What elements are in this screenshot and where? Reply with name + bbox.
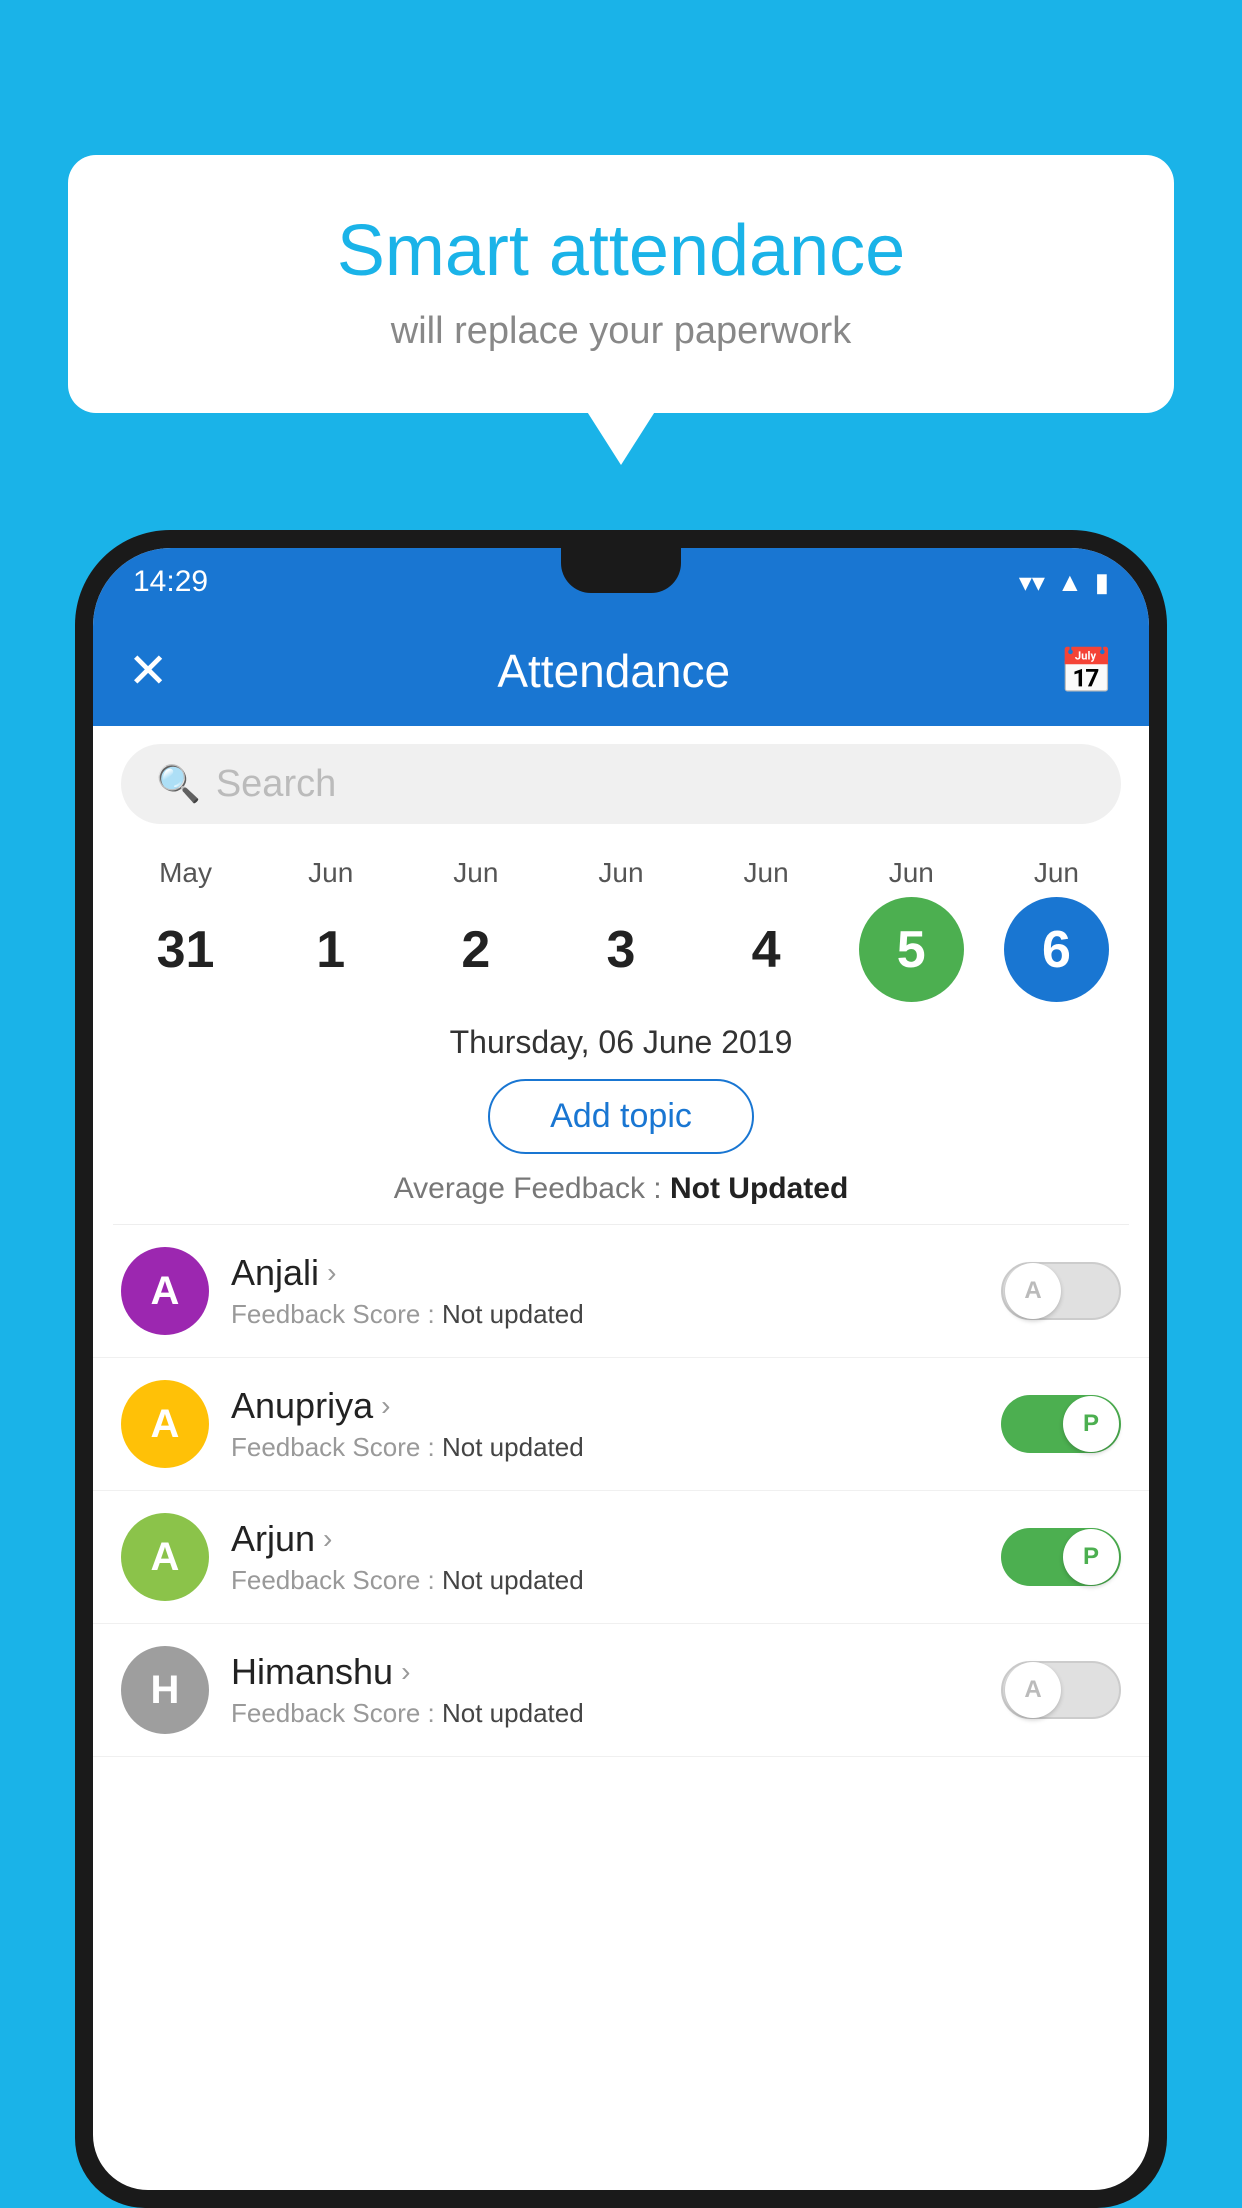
calendar-day[interactable]: Jun 3 bbox=[561, 857, 681, 1002]
close-icon[interactable]: ✕ bbox=[128, 643, 168, 699]
avatar: A bbox=[121, 1247, 209, 1335]
student-info: Himanshu › Feedback Score : Not updated bbox=[231, 1651, 979, 1729]
search-bar: 🔍 Search bbox=[93, 726, 1149, 842]
add-topic-button[interactable]: Add topic bbox=[488, 1079, 754, 1154]
toggle-knob: P bbox=[1063, 1396, 1119, 1452]
cal-month-label: Jun bbox=[889, 857, 934, 889]
feedback-summary: Average Feedback : Not Updated bbox=[93, 1172, 1149, 1224]
toggle-knob: A bbox=[1005, 1662, 1061, 1718]
student-item: A Anjali › Feedback Score : Not updated A bbox=[93, 1225, 1149, 1358]
speech-bubble: Smart attendance will replace your paper… bbox=[68, 155, 1174, 413]
chevron-icon: › bbox=[323, 1523, 332, 1555]
attendance-toggle[interactable]: A bbox=[1001, 1661, 1121, 1719]
status-icons: ▾▾ ▲ ▮ bbox=[1019, 567, 1109, 598]
calendar-icon[interactable]: 📅 bbox=[1059, 645, 1114, 697]
feedback-score: Feedback Score : Not updated bbox=[231, 1698, 979, 1729]
cal-date-number[interactable]: 2 bbox=[423, 897, 528, 1002]
cal-date-number[interactable]: 6 bbox=[1004, 897, 1109, 1002]
student-name[interactable]: Himanshu › bbox=[231, 1651, 979, 1693]
avatar: A bbox=[121, 1380, 209, 1468]
notch bbox=[561, 548, 681, 593]
cal-month-label: Jun bbox=[308, 857, 353, 889]
calendar-day[interactable]: Jun 6 bbox=[996, 857, 1116, 1002]
cal-date-number[interactable]: 3 bbox=[568, 897, 673, 1002]
cal-month-label: Jun bbox=[598, 857, 643, 889]
toggle-knob: A bbox=[1005, 1263, 1061, 1319]
phone-inner: 14:29 ▾▾ ▲ ▮ ✕ Attendance 📅 🔍 Search May… bbox=[93, 548, 1149, 2190]
cal-date-number[interactable]: 31 bbox=[133, 897, 238, 1002]
chevron-icon: › bbox=[381, 1390, 390, 1422]
cal-month-label: Jun bbox=[744, 857, 789, 889]
chevron-icon: › bbox=[327, 1257, 336, 1289]
wifi-icon: ▾▾ bbox=[1019, 567, 1045, 598]
signal-icon: ▲ bbox=[1057, 567, 1083, 598]
feedback-label: Average Feedback : bbox=[394, 1172, 670, 1205]
cal-date-number[interactable]: 4 bbox=[714, 897, 819, 1002]
calendar-day[interactable]: Jun 5 bbox=[851, 857, 971, 1002]
student-name[interactable]: Anjali › bbox=[231, 1252, 979, 1294]
calendar-day[interactable]: May 31 bbox=[126, 857, 246, 1002]
student-info: Arjun › Feedback Score : Not updated bbox=[231, 1518, 979, 1596]
cal-month-label: Jun bbox=[453, 857, 498, 889]
calendar-day[interactable]: Jun 2 bbox=[416, 857, 536, 1002]
student-name[interactable]: Anupriya › bbox=[231, 1385, 979, 1427]
status-time: 14:29 bbox=[133, 565, 208, 599]
avatar: H bbox=[121, 1646, 209, 1734]
search-input-field[interactable]: 🔍 Search bbox=[121, 744, 1121, 824]
cal-month-label: May bbox=[159, 857, 212, 889]
selected-date-label: Thursday, 06 June 2019 bbox=[93, 1012, 1149, 1069]
battery-icon: ▮ bbox=[1095, 567, 1109, 598]
calendar-strip: May 31 Jun 1 Jun 2 Jun 3 Jun 4 Jun 5 Jun 6 bbox=[93, 842, 1149, 1012]
feedback-score: Feedback Score : Not updated bbox=[231, 1565, 979, 1596]
toggle-knob: P bbox=[1063, 1529, 1119, 1585]
student-item: H Himanshu › Feedback Score : Not updated A bbox=[93, 1624, 1149, 1757]
feedback-score: Feedback Score : Not updated bbox=[231, 1299, 979, 1330]
avatar: A bbox=[121, 1513, 209, 1601]
student-item: A Anupriya › Feedback Score : Not updated P bbox=[93, 1358, 1149, 1491]
student-info: Anjali › Feedback Score : Not updated bbox=[231, 1252, 979, 1330]
student-info: Anupriya › Feedback Score : Not updated bbox=[231, 1385, 979, 1463]
app-bar: ✕ Attendance 📅 bbox=[93, 616, 1149, 726]
attendance-toggle[interactable]: P bbox=[1001, 1395, 1121, 1453]
attendance-toggle[interactable]: P bbox=[1001, 1528, 1121, 1586]
cal-date-number[interactable]: 1 bbox=[278, 897, 383, 1002]
bubble-subtitle: will replace your paperwork bbox=[128, 310, 1114, 353]
attendance-toggle[interactable]: A bbox=[1001, 1262, 1121, 1320]
student-name[interactable]: Arjun › bbox=[231, 1518, 979, 1560]
calendar-day[interactable]: Jun 4 bbox=[706, 857, 826, 1002]
chevron-icon: › bbox=[401, 1656, 410, 1688]
student-list: AAnjali ›Feedback Score : Not updatedAAA… bbox=[93, 1225, 1149, 1757]
search-placeholder: Search bbox=[216, 763, 336, 806]
bubble-title: Smart attendance bbox=[128, 210, 1114, 292]
phone-frame: 14:29 ▾▾ ▲ ▮ ✕ Attendance 📅 🔍 Search May… bbox=[75, 530, 1167, 2208]
app-bar-title: Attendance bbox=[198, 644, 1029, 698]
cal-date-number[interactable]: 5 bbox=[859, 897, 964, 1002]
feedback-value: Not Updated bbox=[670, 1172, 848, 1205]
status-bar: 14:29 ▾▾ ▲ ▮ bbox=[93, 548, 1149, 616]
student-item: A Arjun › Feedback Score : Not updated P bbox=[93, 1491, 1149, 1624]
calendar-day[interactable]: Jun 1 bbox=[271, 857, 391, 1002]
cal-month-label: Jun bbox=[1034, 857, 1079, 889]
search-icon: 🔍 bbox=[156, 763, 201, 805]
feedback-score: Feedback Score : Not updated bbox=[231, 1432, 979, 1463]
